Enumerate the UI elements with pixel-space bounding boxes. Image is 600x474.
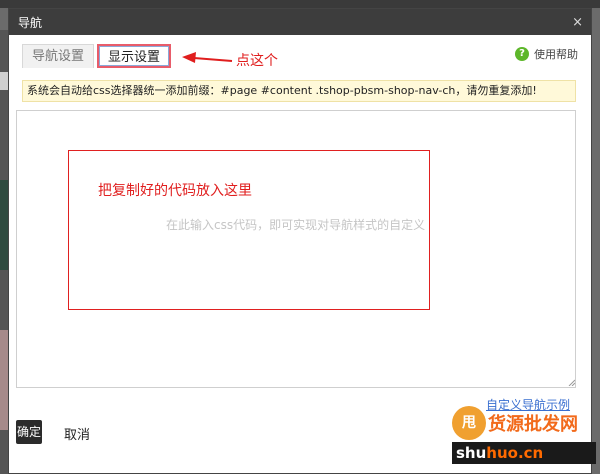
help-icon: ? — [515, 47, 529, 61]
background-page-top — [0, 0, 600, 8]
ok-button[interactable]: 确定 — [16, 420, 42, 444]
help-link[interactable]: ? 使用帮助 — [515, 46, 578, 62]
dialog-title: 导航 — [18, 15, 43, 30]
tab-bar: 导航设置 显示设置 — [22, 44, 174, 68]
dialog-titlebar: 导航 × — [9, 9, 591, 35]
prefix-notice: 系统会自动给css选择器统一添加前缀：#page #content .tshop… — [22, 80, 576, 102]
css-code-input[interactable] — [16, 110, 576, 388]
cancel-button[interactable]: 取消 — [64, 424, 90, 443]
help-label: 使用帮助 — [534, 48, 578, 61]
click-hint-annotation: 点这个 — [236, 53, 278, 69]
resize-grip-icon[interactable] — [567, 378, 575, 386]
tab-display-settings[interactable]: 显示设置 — [97, 44, 172, 68]
annotation-arrow-icon — [182, 52, 233, 63]
custom-nav-example-link[interactable]: 自定义导航示例 — [486, 396, 570, 413]
tab-nav-settings[interactable]: 导航设置 — [22, 44, 95, 68]
close-icon[interactable]: × — [572, 16, 583, 29]
